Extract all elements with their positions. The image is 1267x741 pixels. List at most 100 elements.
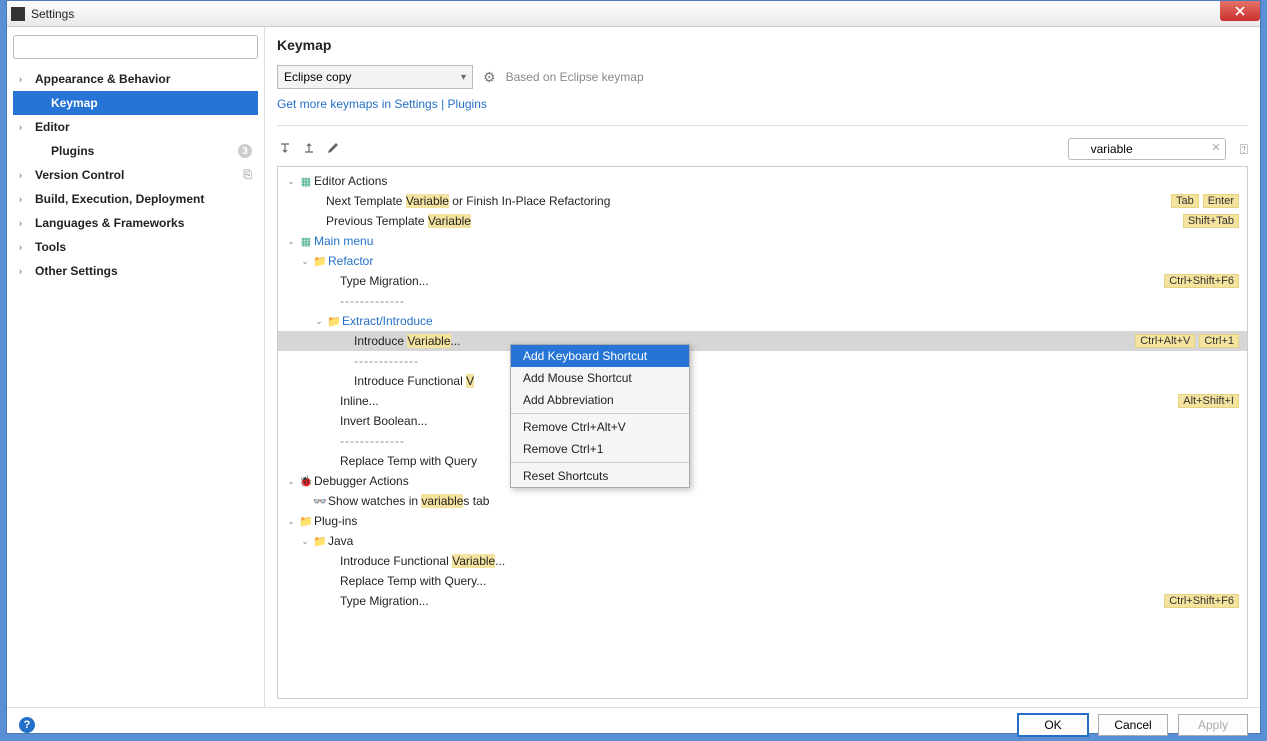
action-inline[interactable]: Inline... Alt+Shift+I bbox=[278, 391, 1247, 411]
expand-all-icon[interactable] bbox=[277, 141, 293, 158]
action-introduce-functional-variable[interactable]: Introduce Functional V bbox=[278, 371, 1247, 391]
main-menu-icon: ▦ bbox=[298, 234, 314, 248]
sidebar-item-version-control[interactable]: ›Version Control⎘ bbox=[13, 163, 258, 187]
get-keymaps-link[interactable]: Get more keymaps in Settings | Plugins bbox=[277, 97, 487, 111]
sidebar-item-plugins[interactable]: Plugins3 bbox=[13, 139, 258, 163]
tree-label: Replace Temp with Query... bbox=[340, 574, 486, 588]
tree-label: Main menu bbox=[314, 234, 373, 248]
context-item-reset-shortcuts[interactable]: Reset Shortcuts bbox=[511, 465, 689, 487]
action-replace-temp[interactable]: Replace Temp with Query bbox=[278, 451, 1247, 471]
keymap-select[interactable]: Eclipse copy bbox=[277, 65, 473, 89]
separator[interactable]: ------------- bbox=[278, 431, 1247, 451]
dialog-footer: ? OK Cancel Apply bbox=[7, 707, 1260, 741]
action-show-watches[interactable]: 👓Show watches in variables tab bbox=[278, 491, 1247, 511]
keymap-top-row: Eclipse copy ⚙ Based on Eclipse keymap bbox=[277, 65, 1248, 89]
ok-button[interactable]: OK bbox=[1018, 714, 1088, 736]
context-item-add-abbreviation[interactable]: Add Abbreviation bbox=[511, 389, 689, 411]
chevron-down-icon[interactable]: ⌄ bbox=[284, 176, 298, 187]
find-shortcut-icon[interactable]: ⍰ bbox=[1240, 141, 1248, 158]
tree-label: Type Migration... bbox=[340, 594, 429, 608]
node-editor-actions[interactable]: ⌄▦Editor Actions bbox=[278, 171, 1247, 191]
node-extract-introduce[interactable]: ⌄📁Extract/Introduce bbox=[278, 311, 1247, 331]
collapse-all-icon[interactable] bbox=[301, 141, 317, 158]
chevron-right-icon: › bbox=[19, 242, 31, 252]
close-button[interactable] bbox=[1220, 1, 1260, 21]
tree-label: Refactor bbox=[328, 254, 373, 268]
context-menu[interactable]: Add Keyboard ShortcutAdd Mouse ShortcutA… bbox=[510, 344, 690, 488]
keymap-tree[interactable]: ⌄▦Editor ActionsNext Template Variable o… bbox=[277, 166, 1248, 699]
sidebar-item-tools[interactable]: › Tools bbox=[13, 235, 258, 259]
separator[interactable]: ------------- bbox=[278, 291, 1247, 311]
page-title: Keymap bbox=[277, 37, 1248, 53]
chevron-down-icon[interactable]: ⌄ bbox=[298, 536, 312, 547]
node-plugins[interactable]: ⌄📁Plug-ins bbox=[278, 511, 1247, 531]
help-icon[interactable]: ? bbox=[19, 717, 35, 733]
context-item-remove-ctrl-1[interactable]: Remove Ctrl+1 bbox=[511, 438, 689, 460]
titlebar: Settings bbox=[7, 1, 1260, 27]
chevron-down-icon[interactable]: ⌄ bbox=[312, 316, 326, 327]
update-badge: 3 bbox=[238, 144, 252, 158]
action-search-wrapper: ✕ bbox=[1068, 138, 1226, 160]
chevron-down-icon[interactable]: ⌄ bbox=[298, 256, 312, 267]
clear-search-icon[interactable]: ✕ bbox=[1211, 141, 1220, 154]
sidebar-item-appearance-behavior[interactable]: ›Appearance & Behavior bbox=[13, 67, 258, 91]
node-java[interactable]: ⌄📁Java bbox=[278, 531, 1247, 551]
action-next-template-variable[interactable]: Next Template Variable or Finish In-Plac… bbox=[278, 191, 1247, 211]
window-title: Settings bbox=[31, 7, 74, 21]
keymap-links: Get more keymaps in Settings | Plugins bbox=[277, 97, 1248, 111]
sidebar-item-editor[interactable]: ›Editor bbox=[13, 115, 258, 139]
sidebar-search-input[interactable] bbox=[13, 35, 258, 59]
context-item-remove-ctrl-alt-v[interactable]: Remove Ctrl+Alt+V bbox=[511, 416, 689, 438]
sidebar-item-keymap[interactable]: Keymap bbox=[13, 91, 258, 115]
app-icon bbox=[11, 7, 25, 21]
shortcut-tags: Alt+Shift+I bbox=[1178, 394, 1241, 408]
tree-label: Show watches in variables tab bbox=[328, 494, 489, 508]
node-refactor[interactable]: ⌄📁Refactor bbox=[278, 251, 1247, 271]
tree-label: Introduce Functional Variable... bbox=[340, 554, 505, 568]
shortcut-tags: Ctrl+Shift+F6 bbox=[1164, 274, 1241, 288]
action-java-introduce-functional-variable[interactable]: Introduce Functional Variable... bbox=[278, 551, 1247, 571]
divider bbox=[277, 125, 1248, 126]
action-prev-template-variable[interactable]: Previous Template VariableShift+Tab bbox=[278, 211, 1247, 231]
chevron-down-icon[interactable]: ⌄ bbox=[284, 236, 298, 247]
node-debugger-actions[interactable]: ⌄🐞Debugger Actions bbox=[278, 471, 1247, 491]
edit-icon[interactable] bbox=[325, 142, 341, 157]
chevron-right-icon: › bbox=[19, 122, 31, 132]
settings-sidebar: ›Appearance & BehaviorKeymap›EditorPlugi… bbox=[7, 27, 265, 707]
sidebar-item-label: Other Settings bbox=[35, 264, 118, 278]
vcs-icon: ⎘ bbox=[243, 169, 252, 182]
sidebar-item-languages-frameworks[interactable]: ›Languages & Frameworks bbox=[13, 211, 258, 235]
chevron-down-icon[interactable]: ⌄ bbox=[284, 476, 298, 487]
chevron-right-icon: › bbox=[19, 194, 31, 204]
chevron-down-icon[interactable]: ⌄ bbox=[284, 516, 298, 527]
context-item-add-mouse-shortcut[interactable]: Add Mouse Shortcut bbox=[511, 367, 689, 389]
settings-nav: ›Appearance & BehaviorKeymap›EditorPlugi… bbox=[13, 67, 258, 283]
based-on-label: Based on Eclipse keymap bbox=[506, 70, 644, 84]
context-item-add-keyboard-shortcut[interactable]: Add Keyboard Shortcut bbox=[511, 345, 689, 367]
folder-icon: 📁 bbox=[312, 254, 328, 268]
sidebar-item-other-settings[interactable]: ›Other Settings bbox=[13, 259, 258, 283]
apply-button[interactable]: Apply bbox=[1178, 714, 1248, 736]
sidebar-item-build-execution-deployment[interactable]: ›Build, Execution, Deployment bbox=[13, 187, 258, 211]
tree-label: Debugger Actions bbox=[314, 474, 409, 488]
cancel-button[interactable]: Cancel bbox=[1098, 714, 1168, 736]
gear-icon[interactable]: ⚙ bbox=[483, 69, 496, 86]
sidebar-item-label: Tools bbox=[35, 240, 66, 254]
action-introduce-variable[interactable]: Introduce Variable...Ctrl+Alt+VCtrl+1 bbox=[278, 331, 1247, 351]
shortcut-tags: Ctrl+Alt+VCtrl+1 bbox=[1135, 334, 1241, 348]
action-search-input[interactable] bbox=[1068, 138, 1226, 160]
folder-icon: 📁 bbox=[312, 534, 328, 548]
action-invert-boolean[interactable]: Invert Boolean... bbox=[278, 411, 1247, 431]
action-java-type-migration[interactable]: Type Migration...Ctrl+Shift+F6 bbox=[278, 591, 1247, 611]
node-main-menu[interactable]: ⌄▦Main menu bbox=[278, 231, 1247, 251]
editor-actions-icon: ▦ bbox=[298, 174, 314, 188]
tree-label: Introduce Functional V bbox=[354, 374, 474, 388]
close-icon bbox=[1234, 6, 1246, 16]
separator[interactable]: ------------- bbox=[278, 351, 1247, 371]
tree-label: Extract/Introduce bbox=[342, 314, 433, 328]
action-java-replace-temp[interactable]: Replace Temp with Query... bbox=[278, 571, 1247, 591]
action-type-migration[interactable]: Type Migration...Ctrl+Shift+F6 bbox=[278, 271, 1247, 291]
tree-label: Inline... bbox=[340, 394, 379, 408]
keymap-select-value: Eclipse copy bbox=[284, 70, 351, 84]
shortcut-tags: Shift+Tab bbox=[1183, 214, 1241, 228]
